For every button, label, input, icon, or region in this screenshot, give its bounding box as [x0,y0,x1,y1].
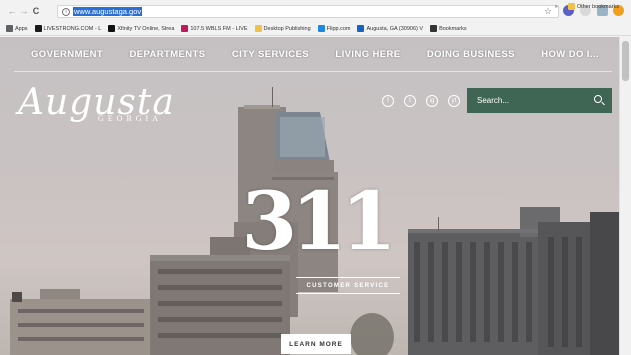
bookmark-label: Xfinity TV Online, Strea [117,25,175,32]
page-scrollbar[interactable] [619,37,631,355]
instagram-icon[interactable]: ig [426,95,438,107]
bookmark-favicon-icon [357,25,365,32]
forward-button[interactable]: → [18,5,30,17]
search-input[interactable] [477,96,587,105]
nav-departments[interactable]: DEPARTMENTS [129,49,205,60]
address-bar[interactable]: i www.augustaga.gov ☆ [57,5,559,18]
hero-rule-top [296,277,400,278]
bookmark-item[interactable]: Xfinity TV Online, Strea [108,25,174,32]
bookmark-item[interactable]: Desktop Publishing [254,25,311,32]
bookmarks-bar: Apps LIVESTRONG.COM - L Xfinity TV Online,… [0,22,631,36]
bookmark-item[interactable]: LIVESTRONG.COM - L [34,25,102,32]
bookmarks-overflow[interactable]: » [555,4,558,10]
folder-icon [567,3,575,10]
augusta-logo[interactable]: Augusta GEORGIA [18,82,175,123]
bookmark-item[interactable]: Apps [6,25,28,32]
bookmark-star-icon[interactable]: ☆ [544,6,552,17]
bookmark-item[interactable]: 107.5 WBLS FM - LIVE [181,25,248,32]
nav-divider [14,71,612,72]
reload-button[interactable]: C [30,5,42,17]
bookmark-label: Flipp.com [326,25,351,32]
bookmark-label: 107.5 WBLS FM - LIVE [190,25,248,32]
logo-state: GEORGIA [98,114,162,123]
bookmark-label: Bookmarks [439,25,467,32]
hero-subtitle: CUSTOMER SERVICE [306,283,390,289]
hero-rule-bottom [296,293,400,294]
bookmark-favicon-icon [34,25,42,32]
scrollbar-thumb[interactable] [622,41,629,81]
twitter-icon[interactable]: t [404,95,416,107]
bookmark-label: Apps [15,25,28,32]
hero-311: 311 [241,174,397,268]
bookmark-favicon-icon [108,25,116,32]
bookmark-favicon-icon [254,25,262,32]
site-info-icon[interactable]: i [62,7,70,16]
facebook-icon[interactable]: f [382,95,394,107]
learn-more-button[interactable]: LEARN MORE [281,334,351,354]
site-main-nav: GOVERNMENT DEPARTMENTS CITY SERVICES LIV… [0,37,619,71]
search-icon[interactable] [594,95,602,103]
other-bookmarks-label: Other bookmarks [576,3,619,10]
browser-window: ← → C i www.augustaga.gov ☆ Apps LIVESTRO… [0,0,631,355]
other-bookmarks[interactable]: » Other bookmarks [555,3,619,10]
nav-how-do-i[interactable]: HOW DO I... [541,49,599,60]
bookmark-label: Desktop Publishing [263,25,311,32]
bookmark-label: LIVESTRONG.COM - L [43,25,102,32]
nav-government[interactable]: GOVERNMENT [31,49,103,60]
bookmark-favicon-icon [181,25,189,32]
back-button[interactable]: ← [6,5,18,17]
address-url[interactable]: www.augustaga.gov [73,7,143,16]
bookmark-favicon-icon [430,25,438,32]
bookmark-label: Augusta, GA (30906) V [366,25,424,32]
nav-city-services[interactable]: CITY SERVICES [232,49,309,60]
nav-doing-business[interactable]: DOING BUSINESS [427,49,515,60]
bookmark-item[interactable]: Bookmarks [430,25,467,32]
bookmark-item[interactable]: Augusta, GA (30906) V [357,25,423,32]
bookmark-favicon-icon [317,25,325,32]
web-page: GOVERNMENT DEPARTMENTS CITY SERVICES LIV… [0,37,619,355]
nav-living-here[interactable]: LIVING HERE [335,49,400,60]
youtube-icon[interactable]: yt [448,95,460,107]
bookmark-favicon-icon [6,25,13,32]
bookmark-item[interactable]: Flipp.com [317,25,351,32]
site-search [467,88,612,113]
